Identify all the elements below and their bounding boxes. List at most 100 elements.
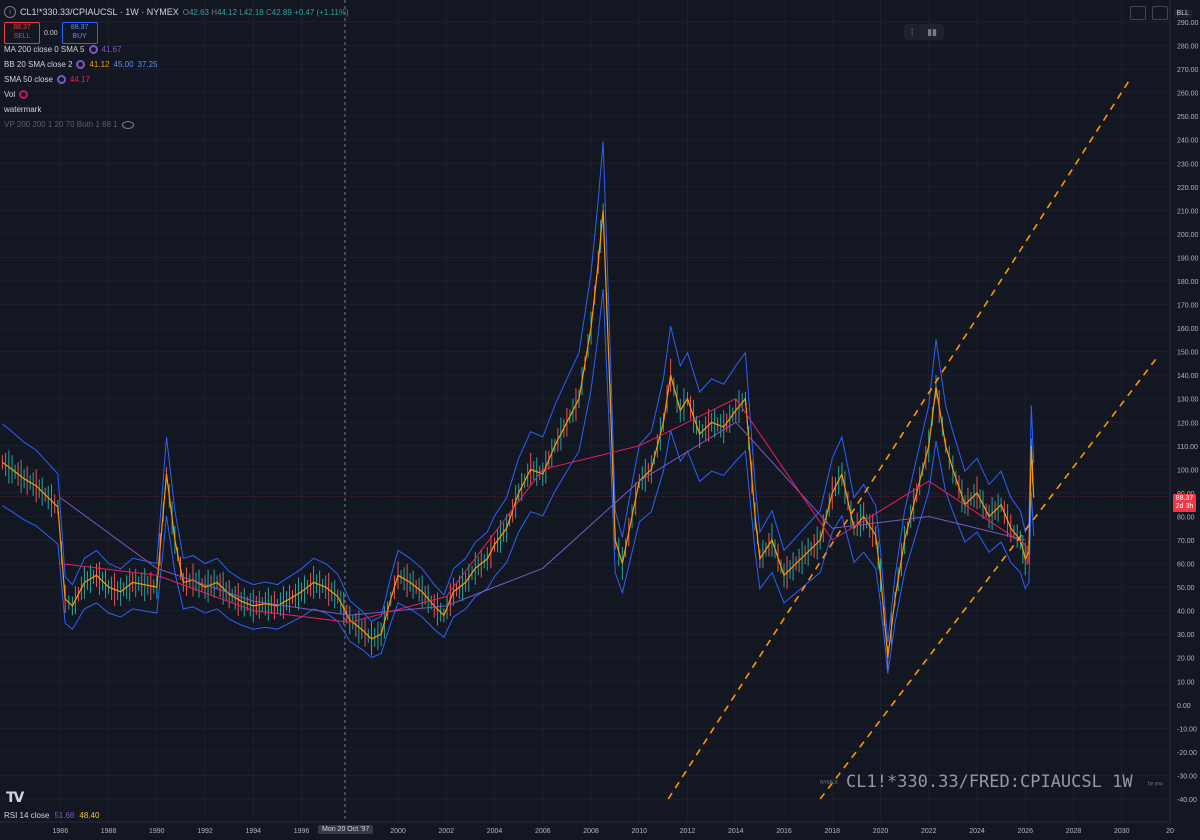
x-tick-label: 2004 [487, 828, 503, 835]
hidden-eye-icon[interactable] [121, 120, 134, 129]
indicator-vol[interactable]: Vol [4, 90, 29, 99]
fullscreen-icon[interactable] [1151, 6, 1168, 20]
y-tick-label: 110.00 [1177, 444, 1198, 451]
x-tick-label: 2030 [1114, 828, 1130, 835]
symbol-title[interactable]: CL1!*330.33/CPIAUCSL · 1W · NYMEX [20, 7, 179, 17]
indicator-value-upper: 45.00 [113, 60, 134, 69]
indicator-value: 44.17 [69, 75, 90, 84]
x-tick-label: 2016 [776, 828, 792, 835]
info-circle-icon[interactable]: i [4, 6, 16, 18]
candles-icon[interactable]: ▮▮ [927, 27, 937, 38]
sell-button[interactable]: 88.37 SELL [4, 22, 40, 44]
y-tick-label: 190.00 [1177, 255, 1199, 262]
last-price-value: 88.37 [1175, 495, 1194, 502]
x-tick-label: 2000 [390, 828, 406, 835]
y-tick-label: 40.00 [1177, 609, 1195, 616]
account-label[interactable]: BLL [1173, 8, 1192, 18]
change-value: +0.47 (+1.11%) [294, 7, 349, 17]
y-tick-label: -30.00 [1177, 773, 1197, 780]
settings-gear-icon[interactable] [88, 45, 98, 54]
drag-handle-icon[interactable]: ⁞ [911, 27, 914, 37]
y-tick-label: 160.00 [1177, 326, 1199, 333]
x-tick-label: 2008 [583, 828, 599, 835]
x-tick-label: 1990 [149, 828, 165, 835]
rsi-value: 51.68 [54, 811, 75, 820]
y-tick-label: 50.00 [1177, 585, 1195, 592]
rsi-label: RSI 14 close [4, 811, 50, 820]
y-tick-label: 280.00 [1177, 44, 1199, 51]
indicator-label: VP 200 200 1 20 70 Both 1 68 1 [4, 120, 118, 129]
sell-price: 88.37 [13, 24, 31, 31]
settings-gear-icon[interactable] [76, 60, 86, 69]
y-tick-label: 250.00 [1177, 114, 1199, 121]
screenshot-icon[interactable] [1129, 6, 1146, 20]
y-tick-label: 10.00 [1177, 679, 1195, 686]
high-value: 44.12 [217, 7, 238, 17]
settings-gear-icon[interactable] [56, 75, 66, 84]
indicator-label: watermark [4, 105, 42, 114]
x-tick-label: 1988 [101, 828, 117, 835]
indicator-label: Vol [4, 90, 16, 99]
close-value: 42.89 [271, 7, 292, 17]
crosshair-date-badge: Mon 20 Oct '97 [318, 825, 374, 834]
y-tick-label: 170.00 [1177, 303, 1199, 310]
y-tick-label: 70.00 [1177, 538, 1195, 545]
y-tick-label: -10.00 [1177, 726, 1197, 733]
x-tick-label: 2012 [680, 828, 696, 835]
indicator-label: BB 20 SMA close 2 [4, 60, 73, 69]
symbol-header: i CL1!*330.33/CPIAUCSL · 1W · NYMEX O42.… [4, 4, 349, 20]
watermark-exchange: NYMEX [820, 780, 838, 786]
x-tick-label: 2022 [921, 828, 937, 835]
y-tick-label: 180.00 [1177, 279, 1199, 286]
price-chart[interactable]: 290.00 280.00 270.00 260.00 250.00 240.00 230.… [0, 0, 1200, 840]
indicator-vp[interactable]: VP 200 200 1 20 70 Both 1 68 1 [4, 120, 134, 129]
open-value: 42.63 [188, 7, 209, 17]
y-tick-label: 130.00 [1177, 397, 1199, 404]
y-tick-label: 20.00 [1177, 656, 1195, 663]
y-tick-label: 80.00 [1177, 514, 1195, 521]
y-tick-label: -20.00 [1177, 750, 1197, 757]
spread-value: 0.00 [44, 29, 58, 37]
buy-label: BUY [72, 33, 87, 40]
y-tick-label: 270.00 [1177, 67, 1199, 74]
x-tick-label: 2020 [873, 828, 889, 835]
x-tick-label: 2006 [535, 828, 551, 835]
x-tick-label: 2010 [631, 828, 647, 835]
alert-icon[interactable] [19, 90, 29, 99]
x-tick-label: 2028 [1066, 828, 1082, 835]
y-tick-label: 0.00 [1177, 703, 1191, 710]
y-tick-label: 210.00 [1177, 208, 1199, 215]
indicator-bb[interactable]: BB 20 SMA close 2 41.12 45.00 37.25 [4, 60, 158, 69]
indicator-ma200[interactable]: MA 200 close 0 SMA 5 41.67 [4, 45, 122, 54]
y-tick-label: 150.00 [1177, 350, 1199, 357]
y-tick-label: -40.00 [1177, 797, 1197, 804]
y-tick-label: 290.00 [1177, 20, 1199, 27]
x-tick-label: 2002 [438, 828, 454, 835]
y-tick-label: 220.00 [1177, 185, 1199, 192]
y-tick-label: 30.00 [1177, 632, 1195, 639]
ohlc-values: O42.63 H44.12 L42.18 C42.89 +0.47 (+1.11… [183, 8, 349, 17]
indicator-watermark[interactable]: watermark [4, 105, 41, 114]
last-price-badge: 88.37 2d 3h [1173, 494, 1196, 512]
chart-background [0, 0, 1200, 840]
trade-panel: 88.37 SELL 0.00 88.37 BUY [4, 22, 98, 44]
rsi-pane-legend[interactable]: RSI 14 close 51.68 48.40 [4, 811, 99, 820]
y-tick-label: 140.00 [1177, 373, 1199, 380]
watermark-text: CL1!*330.33/FRED:CPIAUCSL 1W [846, 772, 1133, 792]
y-tick-label: 120.00 [1177, 420, 1199, 427]
floating-toolbar[interactable]: ⁞ ▮▮ [904, 24, 944, 40]
indicator-value: 41.67 [101, 45, 122, 54]
indicator-sma50[interactable]: SMA 50 close 44.17 [4, 75, 90, 84]
indicator-value-lower: 37.25 [137, 60, 158, 69]
buy-button[interactable]: 88.37 BUY [61, 22, 98, 44]
x-tick-label: 1994 [246, 828, 262, 835]
sell-label: SELL [13, 33, 31, 40]
indicator-value-basis: 41.12 [89, 60, 110, 69]
last-price-countdown: 2d 3h [1175, 503, 1194, 510]
x-tick-label: 2026 [1017, 828, 1033, 835]
y-tick-label: 240.00 [1177, 138, 1199, 145]
x-tick-label: 20 [1166, 828, 1174, 835]
rsi-ma-value: 48.40 [79, 811, 100, 820]
x-tick-label: 2018 [824, 828, 840, 835]
tradingview-logo-icon[interactable]: TV [6, 790, 24, 806]
